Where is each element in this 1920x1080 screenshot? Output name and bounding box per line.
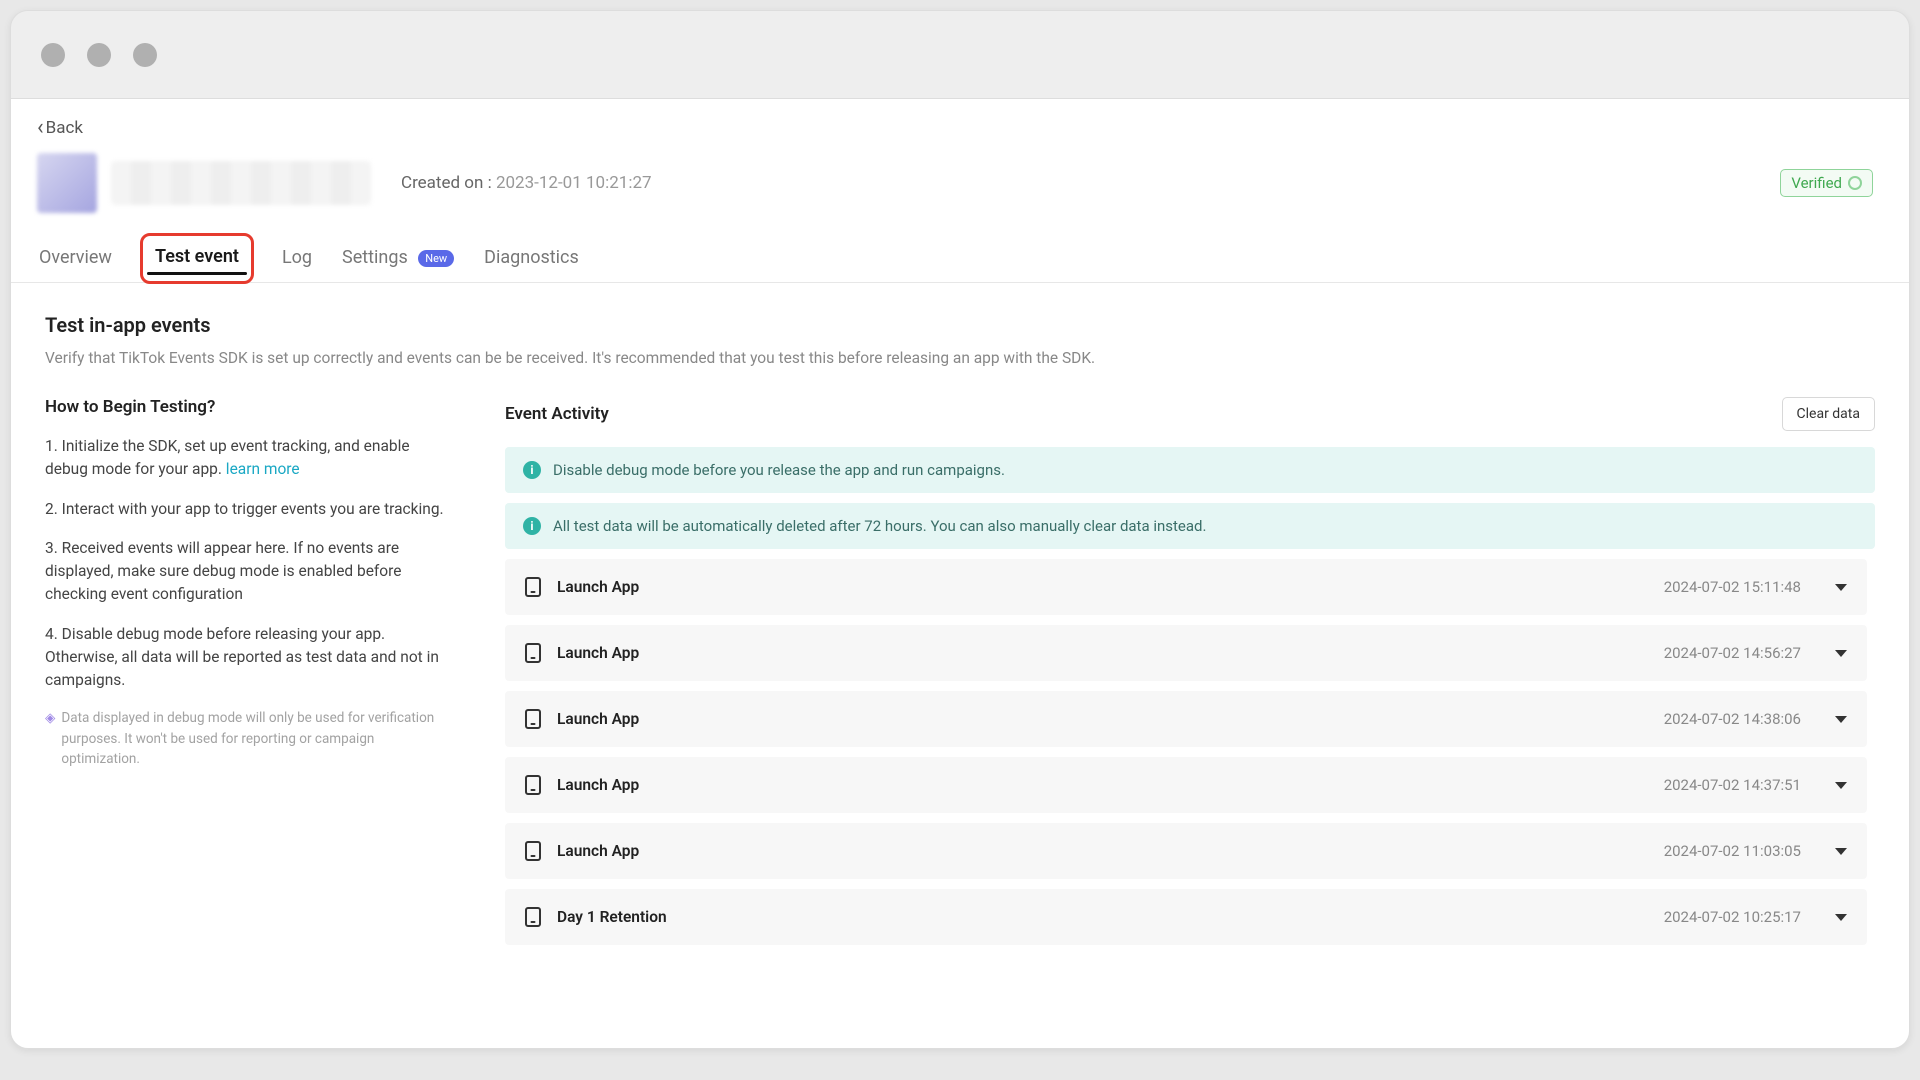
window-dot [87,43,111,67]
app-meta [37,153,371,213]
event-timestamp: 2024-07-02 15:11:48 [1664,578,1801,596]
event-name: Launch App [557,578,639,596]
info-icon: i [523,517,541,535]
event-timestamp: 2024-07-02 14:56:27 [1664,644,1801,662]
activity-panel: Event Activity Clear data i Disable debu… [505,397,1875,1028]
content-area: Back Created on : 2023-12-01 10:21:27 Ve… [11,99,1909,1048]
event-timestamp: 2024-07-02 10:25:17 [1664,908,1801,926]
page-title: Test in-app events [45,313,1875,337]
chevron-down-icon [1835,848,1847,855]
device-icon [525,643,541,663]
device-icon [525,907,541,927]
info-banner-1: i Disable debug mode before you release … [505,447,1875,493]
new-badge: New [418,250,454,267]
check-circle-icon [1848,176,1862,190]
back-button[interactable]: Back [37,117,83,139]
howto-step-1: 1. Initialize the SDK, set up event trac… [45,435,455,482]
verified-label: Verified [1791,174,1842,192]
event-name: Launch App [557,710,639,728]
page-desc: Verify that TikTok Events SDK is set up … [45,349,1875,367]
chevron-down-icon [1835,782,1847,789]
info-icon: i [523,461,541,479]
learn-more-link[interactable]: learn more [226,460,300,478]
tab-test-event[interactable]: Test event [140,233,254,284]
info-banner-2: i All test data will be automatically de… [505,503,1875,549]
banner-text: All test data will be automatically dele… [553,517,1206,535]
chevron-down-icon [1835,914,1847,921]
columns: How to Begin Testing? 1. Initialize the … [45,397,1875,1028]
main: Test in-app events Verify that TikTok Ev… [11,283,1909,1048]
chevron-down-icon [1835,650,1847,657]
tabs: Overview Test event Log Settings New Dia… [11,213,1909,283]
activity-title: Event Activity [505,404,609,424]
created-label: Created on : [401,173,492,193]
chevron-down-icon [1835,716,1847,723]
event-row[interactable]: Launch App 2024-07-02 11:03:05 [505,823,1867,879]
event-row[interactable]: Launch App 2024-07-02 14:37:51 [505,757,1867,813]
activity-header: Event Activity Clear data [505,397,1875,431]
event-list[interactable]: Launch App 2024-07-02 15:11:48 Launch App 2… [505,559,1875,1028]
app-name-blurred [111,161,371,205]
created-value: 2023-12-01 10:21:27 [496,173,652,193]
tab-overview[interactable]: Overview [37,247,114,282]
event-name: Launch App [557,842,639,860]
event-name: Launch App [557,644,639,662]
event-name: Launch App [557,776,639,794]
tab-settings-label: Settings [342,247,408,268]
event-timestamp: 2024-07-02 14:38:06 [1664,710,1801,728]
header-row: Created on : 2023-12-01 10:21:27 Verifie… [11,139,1909,213]
device-icon [525,577,541,597]
topbar: Back [11,99,1909,139]
howto-step-4: 4. Disable debug mode before releasing y… [45,623,455,693]
tab-log[interactable]: Log [280,247,314,282]
event-row[interactable]: Launch App 2024-07-02 14:56:27 [505,625,1867,681]
banner-text: Disable debug mode before you release th… [553,461,1005,479]
event-row[interactable]: Launch App 2024-07-02 15:11:48 [505,559,1867,615]
app-window: Back Created on : 2023-12-01 10:21:27 Ve… [10,10,1910,1049]
back-label: Back [46,118,83,138]
chevron-down-icon [1835,584,1847,591]
window-dot [41,43,65,67]
device-icon [525,775,541,795]
howto-step-3: 3. Received events will appear here. If … [45,537,455,607]
created-on: Created on : 2023-12-01 10:21:27 [401,173,652,193]
device-icon [525,709,541,729]
window-titlebar [11,11,1909,99]
info-icon: ◈ [45,708,55,769]
howto-panel: How to Begin Testing? 1. Initialize the … [45,397,455,1028]
event-row[interactable]: Launch App 2024-07-02 14:38:06 [505,691,1867,747]
event-name: Day 1 Retention [557,908,667,926]
howto-note: ◈ Data displayed in debug mode will only… [45,708,455,769]
event-timestamp: 2024-07-02 14:37:51 [1664,776,1801,794]
event-row[interactable]: Day 1 Retention 2024-07-02 10:25:17 [505,889,1867,945]
howto-step-2: 2. Interact with your app to trigger eve… [45,498,455,521]
window-dot [133,43,157,67]
howto-title: How to Begin Testing? [45,397,455,417]
device-icon [525,841,541,861]
clear-data-button[interactable]: Clear data [1782,397,1875,431]
verified-badge: Verified [1780,169,1873,197]
event-timestamp: 2024-07-02 11:03:05 [1664,842,1801,860]
tab-settings[interactable]: Settings New [340,247,456,282]
chevron-left-icon [37,117,44,139]
howto-note-text: Data displayed in debug mode will only b… [61,708,455,769]
app-icon [37,153,97,213]
tab-diagnostics[interactable]: Diagnostics [482,247,581,282]
